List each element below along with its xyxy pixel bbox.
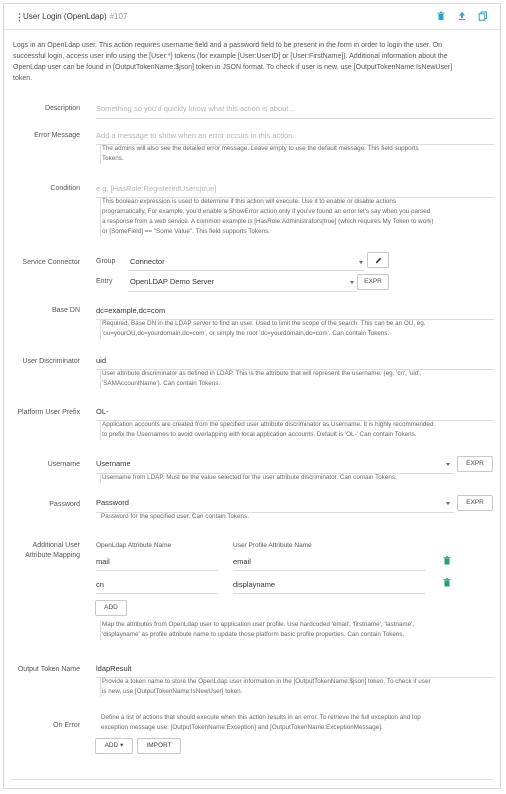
help-line: exception message use: [OutputTokenName:… bbox=[101, 724, 383, 731]
platform-user-prefix-input[interactable]: OL- bbox=[96, 407, 109, 416]
help-line: a response from a web service. A common … bbox=[102, 218, 434, 225]
export-icon[interactable] bbox=[457, 11, 467, 21]
help-line: Required. Base DN in the LDAP server to … bbox=[102, 320, 426, 327]
on-error-help: Define a list of actions that should exe… bbox=[100, 713, 497, 733]
username-label: Username bbox=[47, 461, 80, 468]
add-mapping-button[interactable]: ADD bbox=[95, 600, 127, 616]
help-line: 'SAMAccountName'). Can contain Tokens. bbox=[102, 380, 221, 387]
description-input[interactable]: Something so you'd quickly know what thi… bbox=[96, 104, 295, 113]
copy-icon[interactable] bbox=[478, 11, 488, 21]
password-expr-button[interactable]: EXPR bbox=[457, 495, 493, 511]
entry-label: Entry bbox=[96, 278, 113, 285]
user-discriminator-input[interactable]: uid bbox=[96, 356, 106, 365]
base-dn-label: Base DN bbox=[51, 307, 80, 314]
chevron-down-icon[interactable] bbox=[350, 281, 354, 284]
group-label: Group bbox=[96, 258, 116, 265]
ldap-column-header: OpenLdap Attribute Name bbox=[96, 542, 172, 549]
service-connector-label: Service Connector bbox=[22, 259, 80, 266]
platform-user-prefix-help: Application accounts are created from th… bbox=[100, 420, 498, 440]
help-line: or [SomeField] == "Some Value". This fie… bbox=[102, 228, 270, 235]
label-line: Additional User bbox=[32, 542, 80, 549]
description-underline bbox=[96, 118, 494, 119]
pencil-icon bbox=[375, 257, 381, 264]
password-label: Password bbox=[49, 501, 80, 508]
help-line: Username from LDAP. Must be the value se… bbox=[102, 474, 397, 481]
profile-attribute-underline bbox=[233, 570, 425, 571]
ldap-attribute-underline bbox=[96, 593, 218, 594]
action-header: ⋮ User Login (OpenLdap) #107 bbox=[4, 4, 500, 30]
chevron-down-icon[interactable] bbox=[446, 463, 450, 466]
edit-connector-button[interactable] bbox=[367, 252, 389, 268]
attribute-mapping-label: Additional User Attribute Mapping bbox=[4, 541, 80, 561]
action-title-text: User Login (OpenLdap) bbox=[23, 12, 107, 21]
help-line: programatically. For example, you'd enab… bbox=[102, 208, 431, 215]
base-dn-input[interactable]: dc=example,dc=com bbox=[96, 306, 165, 315]
intro-line: successful login, access user info using… bbox=[13, 53, 448, 60]
chevron-down-icon[interactable] bbox=[446, 502, 450, 505]
profile-attribute-input[interactable]: displayname bbox=[233, 580, 275, 589]
user-discriminator-help: User attribute discriminator as defined … bbox=[100, 369, 498, 389]
username-expr-button[interactable]: EXPR bbox=[457, 456, 493, 472]
on-error-label: On Error bbox=[53, 722, 80, 729]
condition-help: This boolean expression is used to deter… bbox=[100, 197, 498, 237]
profile-attribute-input[interactable]: email bbox=[233, 557, 251, 566]
username-help: Username from LDAP. Must be the value se… bbox=[100, 473, 498, 483]
help-line: This boolean expression is used to deter… bbox=[102, 198, 397, 205]
ldap-attribute-underline bbox=[96, 570, 218, 571]
delete-icon[interactable] bbox=[436, 11, 446, 21]
add-action-button[interactable]: ADD ▾ bbox=[95, 738, 133, 754]
help-line: 'ou=yourOU,dc=yourdomain,dc=com', or sim… bbox=[102, 330, 390, 337]
intro-line: token. bbox=[13, 75, 33, 82]
platform-user-prefix-label: Platform User Prefix bbox=[17, 409, 80, 416]
panel-footer-divider bbox=[11, 779, 493, 780]
help-line: to prefix the Usernames to avoid overlap… bbox=[102, 431, 417, 438]
condition-input[interactable]: e.g. [HasRole:RegisteredUsers|true] bbox=[96, 184, 216, 193]
user-discriminator-label: User Discriminator bbox=[22, 358, 80, 365]
action-title: User Login (OpenLdap) #107 bbox=[23, 12, 127, 21]
entry-expr-button[interactable]: EXPR bbox=[357, 274, 389, 290]
help-line: Tokens. bbox=[102, 155, 124, 162]
help-line: is new, use [OutputTokenName:IsNewUser] … bbox=[102, 688, 243, 695]
trash-icon[interactable] bbox=[443, 556, 451, 565]
group-underline bbox=[128, 270, 365, 271]
password-select[interactable]: Password bbox=[96, 498, 129, 507]
help-line: Password for the specified user. Can con… bbox=[101, 513, 249, 520]
import-button[interactable]: IMPORT bbox=[137, 738, 181, 754]
profile-attribute-underline bbox=[233, 593, 425, 594]
description-label: Description bbox=[44, 105, 80, 112]
error-message-input[interactable]: Add a message to show when an error occu… bbox=[96, 131, 294, 140]
output-token-input[interactable]: ldapResult bbox=[96, 664, 131, 673]
ldap-attribute-input[interactable]: mail bbox=[96, 557, 110, 566]
help-line: 'displayname' as profile attribute name … bbox=[102, 631, 405, 638]
help-line: Application accounts are created from th… bbox=[102, 421, 434, 428]
header-actions bbox=[436, 11, 488, 21]
action-panel: ⋮ User Login (OpenLdap) #107 Logs in an O… bbox=[3, 3, 501, 789]
condition-label: Condition bbox=[50, 185, 80, 192]
help-line: User attribute discriminator as defined … bbox=[102, 370, 422, 377]
help-line: The admins will also see the detailed er… bbox=[102, 145, 419, 152]
entry-select[interactable]: OpenLDAP Demo Server bbox=[130, 277, 214, 286]
label-line: Attribute Mapping bbox=[25, 552, 80, 559]
intro-line: OpenLdap user can be found in [OutputTok… bbox=[13, 64, 453, 71]
entry-underline bbox=[128, 291, 356, 292]
help-line: Define a list of actions that should exe… bbox=[101, 714, 421, 721]
output-token-help: Provide a token name to store the OpenLd… bbox=[100, 677, 498, 697]
help-line: Map the attributes from OpenLdap user to… bbox=[102, 621, 415, 628]
base-dn-help: Required. Base DN in the LDAP server to … bbox=[100, 319, 498, 339]
username-select[interactable]: Username bbox=[96, 459, 131, 468]
error-message-help: The admins will also see the detailed er… bbox=[100, 144, 498, 164]
profile-column-header: User Profile Attribute Name bbox=[233, 542, 312, 549]
help-line: Provide a token name to store the OpenLd… bbox=[102, 678, 431, 685]
chevron-down-icon[interactable] bbox=[359, 261, 363, 264]
action-id: #107 bbox=[109, 12, 128, 21]
attribute-mapping-help: Map the attributes from OpenLdap user to… bbox=[100, 620, 498, 640]
intro-line: Logs in an OpenLdap user. This action re… bbox=[13, 42, 443, 49]
trash-icon[interactable] bbox=[443, 578, 451, 587]
group-select[interactable]: Connector bbox=[130, 257, 165, 266]
ldap-attribute-input[interactable]: cn bbox=[96, 580, 104, 589]
error-message-label: Error Message bbox=[34, 132, 80, 139]
action-intro: Logs in an OpenLdap user. This action re… bbox=[13, 40, 497, 84]
output-token-label: Output Token Name bbox=[17, 666, 80, 673]
password-help: Password for the specified user. Can con… bbox=[100, 512, 497, 522]
